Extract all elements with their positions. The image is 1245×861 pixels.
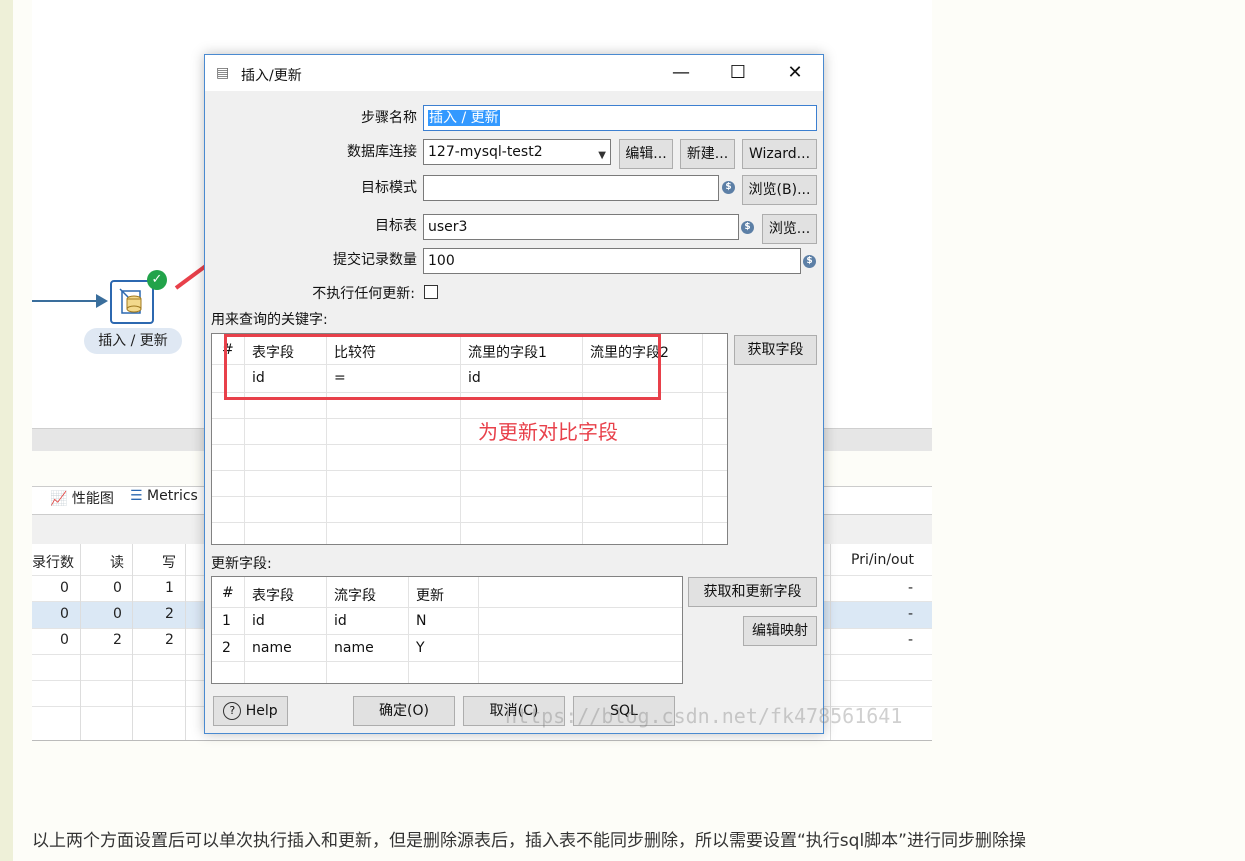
col-divider	[244, 577, 245, 683]
row-divider	[212, 634, 682, 635]
tab-performance-label: 性能图	[71, 491, 114, 507]
col-divider	[326, 577, 327, 683]
table-header: 写	[162, 555, 176, 571]
table-header: 表字段	[252, 588, 294, 604]
variable-icon: $	[741, 221, 754, 234]
dialog-titlebar[interactable]: ▤ 插入/更新 — ☐ ✕	[205, 55, 823, 91]
row-divider	[212, 418, 727, 419]
table-cell: 0	[60, 632, 69, 648]
maximize-button[interactable]: ☐	[718, 61, 758, 85]
row-divider	[212, 607, 682, 608]
commit-size-label: 提交记录数量	[333, 252, 417, 268]
table-cell[interactable]: name	[334, 640, 374, 656]
col-divider	[132, 544, 133, 740]
get-update-fields-button[interactable]: 获取和更新字段	[688, 577, 817, 607]
success-check-icon: ✓	[147, 270, 167, 290]
db-connection-label: 数据库连接	[347, 144, 417, 160]
table-cell: -	[908, 606, 914, 622]
row-divider	[212, 522, 727, 523]
step-name-label: 步骤名称	[361, 110, 417, 126]
hop-line	[32, 300, 104, 302]
table-cell[interactable]: name	[252, 640, 292, 656]
commit-size-input[interactable]: 100	[423, 248, 801, 274]
minimize-button[interactable]: —	[661, 61, 701, 85]
table-header: 更新	[416, 588, 444, 604]
chart-icon: 📈	[50, 491, 68, 507]
page-left-margin	[0, 0, 13, 861]
step-icon: ▤	[216, 65, 230, 81]
dialog-title: 插入/更新	[241, 68, 302, 84]
table-cell[interactable]: id	[334, 613, 347, 629]
table-cell: 2	[222, 640, 231, 656]
table-cell: -	[908, 632, 914, 648]
table-cell: 2	[165, 606, 174, 622]
row-divider	[212, 444, 727, 445]
wizard-button[interactable]: Wizard...	[742, 139, 817, 169]
col-divider	[185, 544, 186, 740]
browse-schema-button[interactable]: 浏览(B)...	[742, 175, 817, 205]
tab-metrics[interactable]: ☰ Metrics	[130, 488, 198, 504]
table-cell[interactable]: N	[416, 613, 426, 629]
help-button[interactable]: ? Help	[213, 696, 288, 726]
db-connection-value: 127-mysql-test2	[428, 144, 543, 160]
table-header: Pri/in/out	[851, 552, 914, 568]
key-section-label: 用来查询的关键字:	[211, 312, 328, 328]
step-name-value: 插入 / 更新	[428, 110, 500, 126]
update-fields-table[interactable]: # 表字段 流字段 更新 1 id id N 2 name name Y	[211, 576, 683, 684]
get-fields-button[interactable]: 获取字段	[734, 335, 817, 365]
insert-update-step-icon[interactable]	[110, 280, 154, 324]
row-divider	[212, 470, 727, 471]
chevron-down-icon: ▼	[598, 150, 606, 161]
tab-performance[interactable]: 📈 性能图	[50, 488, 114, 508]
col-divider	[80, 544, 81, 740]
table-cell: 1	[222, 613, 231, 629]
no-update-label: 不执行任何更新:	[312, 286, 415, 302]
target-schema-label: 目标模式	[361, 180, 417, 196]
new-connection-button[interactable]: 新建...	[680, 139, 735, 169]
table-header: 读	[110, 555, 124, 571]
step-label[interactable]: 插入 / 更新	[84, 328, 182, 354]
row-divider	[212, 661, 682, 662]
metrics-icon: ☰	[130, 488, 143, 504]
article-paragraph: 以上两个方面设置后可以单次执行插入和更新，但是删除源表后，插入表不能同步删除，所…	[32, 831, 1026, 851]
table-cell: 0	[60, 580, 69, 596]
table-cell: 0	[113, 606, 122, 622]
edit-mapping-button[interactable]: 编辑映射	[743, 616, 817, 646]
table-header: 流字段	[334, 588, 376, 604]
step-name-input[interactable]: 插入 / 更新	[423, 105, 817, 131]
target-table-label: 目标表	[375, 218, 417, 234]
help-icon: ?	[223, 702, 242, 720]
variable-icon: $	[803, 255, 816, 268]
tab-metrics-label: Metrics	[147, 488, 198, 504]
table-cell: 0	[113, 580, 122, 596]
db-connection-select[interactable]: 127-mysql-test2 ▼	[423, 139, 611, 165]
browse-table-button[interactable]: 浏览...	[762, 214, 817, 244]
update-section-label: 更新字段:	[211, 556, 272, 572]
table-header: 录行数	[32, 555, 74, 571]
ok-button[interactable]: 确定(O)	[353, 696, 455, 726]
table-cell: -	[908, 580, 914, 596]
target-table-input[interactable]: user3	[423, 214, 739, 240]
annotation-note: 为更新对比字段	[478, 420, 618, 444]
target-schema-input[interactable]	[423, 175, 719, 201]
edit-connection-button[interactable]: 编辑...	[619, 139, 673, 169]
table-cell: 1	[165, 580, 174, 596]
no-update-checkbox[interactable]	[424, 285, 438, 299]
col-divider	[702, 334, 703, 544]
table-cell: 2	[165, 632, 174, 648]
table-cell: 2	[113, 632, 122, 648]
col-divider	[478, 577, 479, 683]
table-header: #	[222, 585, 234, 601]
close-button[interactable]: ✕	[775, 61, 815, 85]
hop-arrow-icon	[96, 294, 108, 308]
row-divider	[212, 496, 727, 497]
annotation-highlight-box	[224, 334, 661, 400]
table-cell: 0	[60, 606, 69, 622]
table-cell[interactable]: id	[252, 613, 265, 629]
watermark-text: https://blog.csdn.net/fk478561641	[505, 704, 903, 728]
variable-icon: $	[722, 181, 735, 194]
help-label: Help	[245, 703, 278, 719]
col-divider	[408, 577, 409, 683]
table-cell[interactable]: Y	[416, 640, 425, 656]
